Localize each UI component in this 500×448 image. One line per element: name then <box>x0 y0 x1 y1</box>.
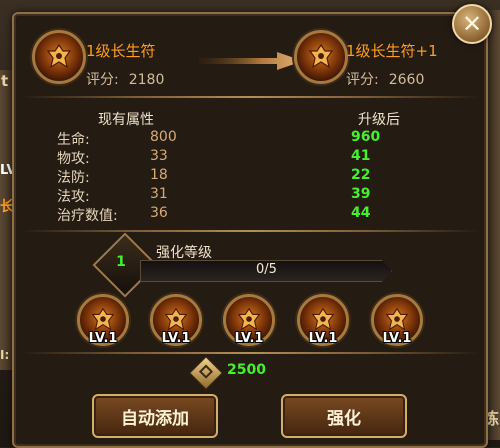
stat-name: 治疗数值: <box>57 208 118 224</box>
upgraded-stats-header: 升级后 <box>358 112 400 128</box>
stat-name: 法攻: <box>57 189 90 205</box>
material-slot[interactable]: LV.1 <box>77 294 129 346</box>
stat-upgraded-value: 22 <box>351 167 371 183</box>
stat-current-value: 31 <box>150 186 168 202</box>
talisman-icon <box>237 307 261 331</box>
enhance-level-number: 1 <box>116 254 126 270</box>
slot-level-label: LV.1 <box>161 331 191 346</box>
score-value: 2180 <box>128 72 165 88</box>
stat-current-value: 18 <box>150 167 168 183</box>
material-slot[interactable]: LV.1 <box>150 294 202 346</box>
stat-name: 物攻: <box>57 151 90 167</box>
talisman-icon <box>91 307 115 331</box>
current-item-icon <box>32 30 86 84</box>
stat-name: 生命: <box>57 132 90 148</box>
current-stats-header: 现有属性 <box>98 112 154 128</box>
material-slot[interactable]: LV.1 <box>297 294 349 346</box>
upgraded-item-icon <box>294 30 348 84</box>
material-slot[interactable]: LV.1 <box>371 294 423 346</box>
divider <box>20 96 480 98</box>
gold-coin-icon <box>189 356 223 390</box>
upgraded-item-score: 评分: 2660 <box>346 69 424 89</box>
stat-name: 法防: <box>57 170 90 186</box>
slot-level-label: LV.1 <box>308 331 338 346</box>
enhance-level-title: 强化等级 <box>156 245 212 261</box>
stat-current-value: 33 <box>150 148 168 164</box>
talisman-icon <box>308 43 334 69</box>
score-label: 评分: <box>86 72 119 88</box>
enhance-button[interactable]: 强化 <box>281 394 407 438</box>
talisman-icon <box>311 307 335 331</box>
stat-upgraded-value: 39 <box>351 186 371 202</box>
upgrade-arrow-icon <box>199 52 303 70</box>
stat-current-value: 36 <box>150 205 168 221</box>
close-icon: ✕ <box>461 10 483 38</box>
score-value: 2660 <box>388 72 425 88</box>
slot-level-label: LV.1 <box>234 331 264 346</box>
enhance-progress-text: 0/5 <box>256 262 277 277</box>
background-text-fragment: I: <box>0 348 10 362</box>
stat-upgraded-value: 41 <box>351 148 371 164</box>
current-item-name: 1级长生符 <box>86 42 156 60</box>
score-label: 评分: <box>346 72 379 88</box>
talisman-icon <box>385 307 409 331</box>
upgrade-header: 1级长生符 评分: 2180 1级长生符+1 评分: 2660 <box>14 14 486 96</box>
auto-add-button[interactable]: 自动添加 <box>92 394 218 438</box>
talisman-icon <box>164 307 188 331</box>
upgraded-item-name: 1级长生符+1 <box>346 42 438 60</box>
stat-current-value: 800 <box>150 129 177 145</box>
talisman-icon <box>46 43 72 69</box>
current-item-score: 评分: 2180 <box>86 69 164 89</box>
background-text-fragment: t <box>1 72 9 90</box>
background-right-panel-edge <box>487 10 500 440</box>
material-slot[interactable]: LV.1 <box>223 294 275 346</box>
divider <box>20 352 480 354</box>
slot-level-label: LV.1 <box>88 331 118 346</box>
enhance-cost: 2500 <box>227 362 266 378</box>
upgrade-dialog: 1级长生符 评分: 2180 1级长生符+1 评分: 2660 现有属性 升级后… <box>12 12 488 448</box>
close-button[interactable]: ✕ <box>452 4 492 44</box>
divider <box>20 230 480 232</box>
stat-upgraded-value: 44 <box>351 205 371 221</box>
slot-level-label: LV.1 <box>382 331 412 346</box>
stat-upgraded-value: 960 <box>351 129 381 145</box>
